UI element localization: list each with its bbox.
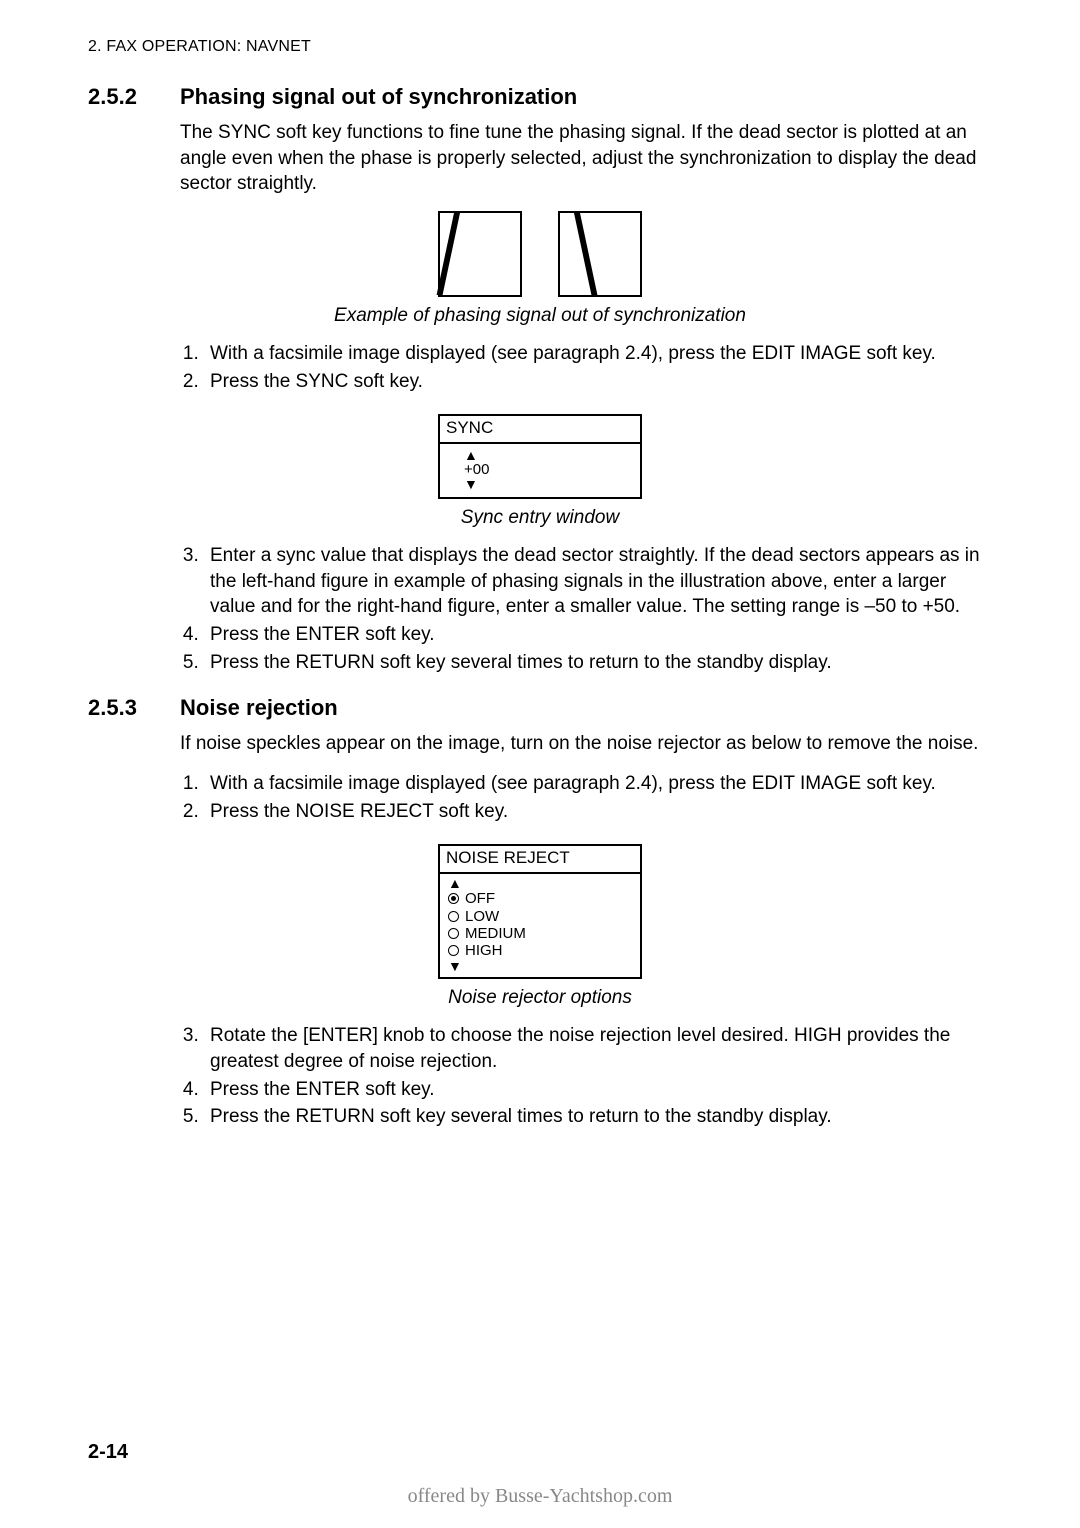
list-item: With a facsimile image displayed (see pa… — [204, 771, 992, 797]
sync-value: +00 — [464, 462, 640, 477]
phasing-steps-b: Enter a sync value that displays the dea… — [180, 543, 992, 675]
list-item: Press the RETURN soft key several times … — [204, 1104, 992, 1130]
section-number-252: 2.5.2 — [88, 84, 180, 110]
page-header: 2. FAX OPERATION: NAVNET — [88, 38, 992, 56]
sync-caption: Sync entry window — [88, 507, 992, 529]
nr-option: MEDIUM — [465, 925, 526, 942]
dead-sector-right-box — [558, 211, 642, 297]
footer-credit: offered by Busse-Yachtshop.com — [88, 1485, 992, 1508]
nr-option: OFF — [465, 890, 495, 907]
noise-reject-window: NOISE REJECT ▲ OFF LOW MEDIUM HIGH ▼ — [438, 844, 642, 979]
list-item: Press the SYNC soft key. — [204, 369, 992, 395]
section-title-phasing: Phasing signal out of synchronization — [180, 84, 577, 110]
section-title-noise: Noise rejection — [180, 695, 338, 721]
list-item: Press the RETURN soft key several times … — [204, 650, 992, 676]
phasing-caption: Example of phasing signal out of synchro… — [88, 305, 992, 327]
intro-noise: If noise speckles appear on the image, t… — [180, 731, 992, 757]
list-item: Rotate the [ENTER] knob to choose the no… — [204, 1023, 992, 1074]
dead-sector-left-box — [438, 211, 522, 297]
list-item: Press the ENTER soft key. — [204, 622, 992, 648]
noise-steps-b: Rotate the [ENTER] knob to choose the no… — [180, 1023, 992, 1130]
triangle-up-icon: ▲ — [464, 448, 640, 462]
radio-icon — [448, 928, 459, 939]
page-number: 2-14 — [88, 1441, 128, 1464]
nr-option: LOW — [465, 908, 499, 925]
triangle-up-icon: ▲ — [448, 876, 634, 890]
phasing-steps-a: With a facsimile image displayed (see pa… — [180, 341, 992, 394]
sync-entry-window: SYNC ▲ +00 ▼ — [438, 414, 642, 499]
radio-icon — [448, 911, 459, 922]
intro-phasing: The SYNC soft key functions to fine tune… — [180, 120, 992, 197]
list-item: With a facsimile image displayed (see pa… — [204, 341, 992, 367]
list-item: Press the ENTER soft key. — [204, 1077, 992, 1103]
sync-window-title: SYNC — [440, 416, 640, 444]
phasing-figure — [88, 211, 992, 297]
noise-steps-a: With a facsimile image displayed (see pa… — [180, 771, 992, 824]
nr-option: HIGH — [465, 942, 503, 959]
noise-window-title: NOISE REJECT — [440, 846, 640, 874]
section-number-253: 2.5.3 — [88, 695, 180, 721]
noise-caption: Noise rejector options — [88, 987, 992, 1009]
list-item: Enter a sync value that displays the dea… — [204, 543, 992, 620]
list-item: Press the NOISE REJECT soft key. — [204, 799, 992, 825]
triangle-down-icon: ▼ — [464, 477, 640, 491]
triangle-down-icon: ▼ — [448, 959, 634, 973]
radio-selected-icon — [448, 893, 459, 904]
radio-icon — [448, 945, 459, 956]
